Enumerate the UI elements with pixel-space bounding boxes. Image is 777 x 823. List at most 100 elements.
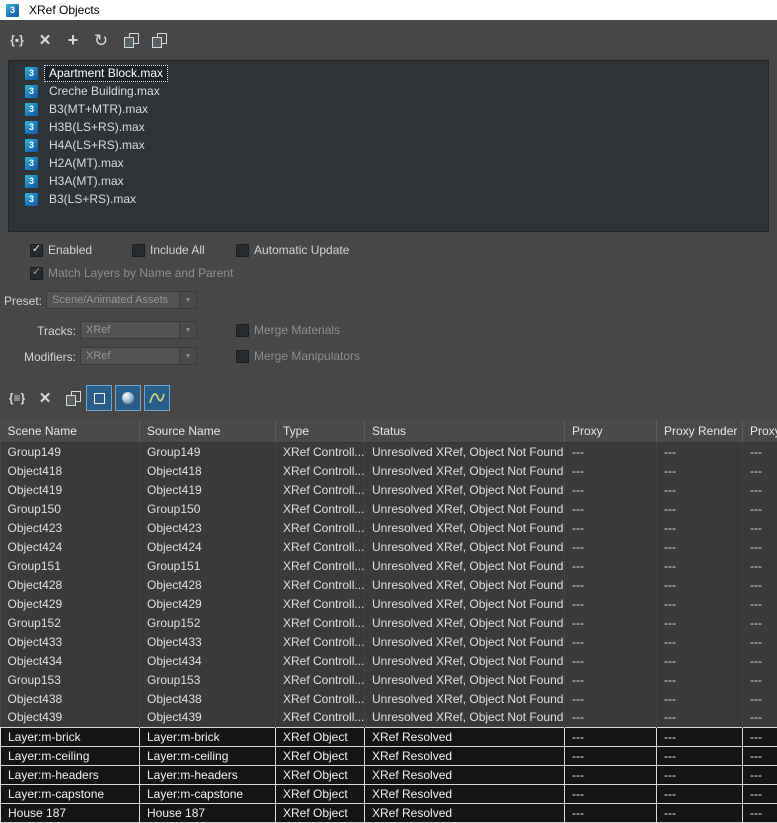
table-cell: Object433	[0, 632, 140, 651]
table-row[interactable]: Object438 Object438 XRef Controll... Unreso…	[0, 689, 777, 708]
merge-entity-button[interactable]	[60, 385, 86, 411]
list-materials-toggle[interactable]	[115, 385, 141, 411]
table-cell: ---	[656, 764, 743, 785]
table-cell: XRef Controll...	[275, 575, 365, 594]
add-xref-record-button[interactable]: +	[60, 27, 86, 53]
table-cell: Unresolved XRef, Object Not Found	[364, 632, 565, 651]
max-file-icon: 3	[25, 66, 38, 80]
table-cell: ---	[742, 537, 777, 556]
file-list-item[interactable]: 3 B3(MT+MTR).max	[9, 100, 768, 118]
table-cell: Unresolved XRef, Object Not Found	[364, 480, 565, 499]
table-cell: XRef Object	[275, 726, 365, 747]
table-row[interactable]: Object429 Object429 XRef Controll... Unreso…	[0, 594, 777, 613]
file-list-item[interactable]: 3 H3B(LS+RS).max	[9, 118, 768, 136]
file-list-item[interactable]: 3 Creche Building.max	[9, 82, 768, 100]
table-row[interactable]: Group151 Group151 XRef Controll... Unresolv…	[0, 556, 777, 575]
column-header[interactable]: Proxy Render	[656, 420, 743, 443]
table-row[interactable]: Object428 Object428 XRef Controll... Unreso…	[0, 575, 777, 594]
delete-xref-record-button[interactable]: ×	[32, 27, 58, 53]
table-cell: Object434	[139, 651, 276, 670]
table-cell: XRef Controll...	[275, 708, 365, 727]
preset-dropdown[interactable]: Scene/Animated Assets ▼	[46, 291, 197, 309]
controller-curve-icon	[149, 393, 165, 404]
include-all-checkbox[interactable]: ✓ Include All	[132, 243, 205, 257]
table-cell: Object423	[139, 518, 276, 537]
table-cell: Group152	[139, 613, 276, 632]
preset-label: Preset:	[3, 294, 42, 308]
table-cell: ---	[564, 499, 657, 518]
table-row[interactable]: Object439 Object439 XRef Controll... Unreso…	[0, 708, 777, 727]
table-cell: Object428	[139, 575, 276, 594]
table-row[interactable]: Group152 Group152 XRef Controll... Unresolv…	[0, 613, 777, 632]
table-cell: Group149	[0, 442, 140, 461]
table-cell: XRef Object	[275, 802, 365, 823]
checkbox-box: ✓	[236, 349, 249, 363]
column-header[interactable]: Scene Name	[0, 420, 140, 443]
delete-entity-button[interactable]: ×	[32, 385, 58, 411]
table-row[interactable]: Object423 Object423 XRef Controll... Unreso…	[0, 518, 777, 537]
file-list-item[interactable]: 3 Apartment Block.max	[9, 64, 768, 82]
table-cell: Layer:m-ceiling	[0, 745, 140, 766]
table-row[interactable]: Layer:m-capstone Layer:m-capstone XRef Obj…	[0, 783, 777, 804]
update-xref-record-button[interactable]: ↻	[88, 27, 114, 53]
max-file-icon: 3	[25, 120, 38, 134]
column-header[interactable]: Proxy	[564, 420, 657, 443]
column-header[interactable]: Type	[275, 420, 365, 443]
tracks-dropdown[interactable]: XRef ▼	[80, 321, 197, 339]
merge-materials-checkbox[interactable]: ✓ Merge Materials	[236, 323, 340, 337]
file-list-item[interactable]: 3 H3A(MT).max	[9, 172, 768, 190]
table-row[interactable]: Layer:m-brick Layer:m-brick XRef Object XRe…	[0, 726, 777, 747]
table-row[interactable]: Group150 Group150 XRef Controll... Unresolv…	[0, 499, 777, 518]
create-xref-record-button[interactable]: {▪}	[4, 27, 30, 53]
checkbox-box: ✓	[30, 243, 43, 257]
max-file-icon: 3	[25, 102, 38, 116]
enabled-checkbox[interactable]: ✓ Enabled	[30, 243, 92, 257]
file-list-item[interactable]: 3 H4A(LS+RS).max	[9, 136, 768, 154]
list-objects-toggle[interactable]	[86, 385, 112, 411]
table-cell: Object439	[139, 708, 276, 727]
xref-file-list[interactable]: 3 Apartment Block.max 3 Creche Building.max…	[8, 60, 769, 232]
convert-selected-button[interactable]	[118, 27, 144, 53]
table-row[interactable]: House 187 House 187 XRef Object XRef Resolv…	[0, 802, 777, 823]
chevron-down-icon: ▼	[179, 292, 196, 308]
column-header[interactable]: Proxy	[742, 420, 777, 443]
table-cell: Group149	[139, 442, 276, 461]
table-cell: Object429	[0, 594, 140, 613]
table-cell: ---	[656, 783, 743, 804]
table-row[interactable]: Object434 Object434 XRef Controll... Unreso…	[0, 651, 777, 670]
table-row[interactable]: Group149 Group149 XRef Controll... Unresolv…	[0, 442, 777, 461]
table-cell: ---	[564, 480, 657, 499]
table-row[interactable]: Object424 Object424 XRef Controll... Unreso…	[0, 537, 777, 556]
convert-selected-alt-button[interactable]	[146, 27, 172, 53]
merge-manipulators-checkbox[interactable]: ✓ Merge Manipulators	[236, 349, 360, 363]
column-header[interactable]: Status	[364, 420, 565, 443]
table-cell: ---	[564, 613, 657, 632]
table-cell: ---	[564, 518, 657, 537]
table-row[interactable]: Group153 Group153 XRef Controll... Unresolv…	[0, 670, 777, 689]
file-list-item[interactable]: 3 H2A(MT).max	[9, 154, 768, 172]
table-cell: XRef Resolved	[364, 783, 565, 804]
table-cell: ---	[742, 613, 777, 632]
table-cell: ---	[656, 537, 743, 556]
table-row[interactable]: Object433 Object433 XRef Controll... Unreso…	[0, 632, 777, 651]
add-icon: +	[67, 30, 79, 50]
object-box-icon	[93, 392, 105, 404]
table-cell: XRef Object	[275, 764, 365, 785]
file-name: Apartment Block.max	[44, 64, 169, 82]
table-cell: ---	[564, 670, 657, 689]
table-cell: ---	[656, 442, 743, 461]
modifiers-dropdown[interactable]: XRef ▼	[80, 347, 197, 365]
entity-list-button[interactable]: {≡}	[4, 385, 30, 411]
table-cell: Object428	[0, 575, 140, 594]
list-controllers-toggle[interactable]	[144, 385, 170, 411]
table-row[interactable]: Object419 Object419 XRef Controll... Unreso…	[0, 480, 777, 499]
column-header[interactable]: Source Name	[139, 420, 276, 443]
table-cell: ---	[564, 689, 657, 708]
table-row[interactable]: Layer:m-ceiling Layer:m-ceiling XRef Objec…	[0, 745, 777, 766]
table-row[interactable]: Object418 Object418 XRef Controll... Unreso…	[0, 461, 777, 480]
match-layers-checkbox[interactable]: ✓ Match Layers by Name and Parent	[30, 266, 233, 280]
automatic-update-checkbox[interactable]: ✓ Automatic Update	[236, 243, 349, 257]
table-cell: Layer:m-brick	[139, 726, 276, 747]
table-row[interactable]: Layer:m-headers Layer:m-headers XRef Objec…	[0, 764, 777, 785]
file-list-item[interactable]: 3 B3(LS+RS).max	[9, 190, 768, 208]
